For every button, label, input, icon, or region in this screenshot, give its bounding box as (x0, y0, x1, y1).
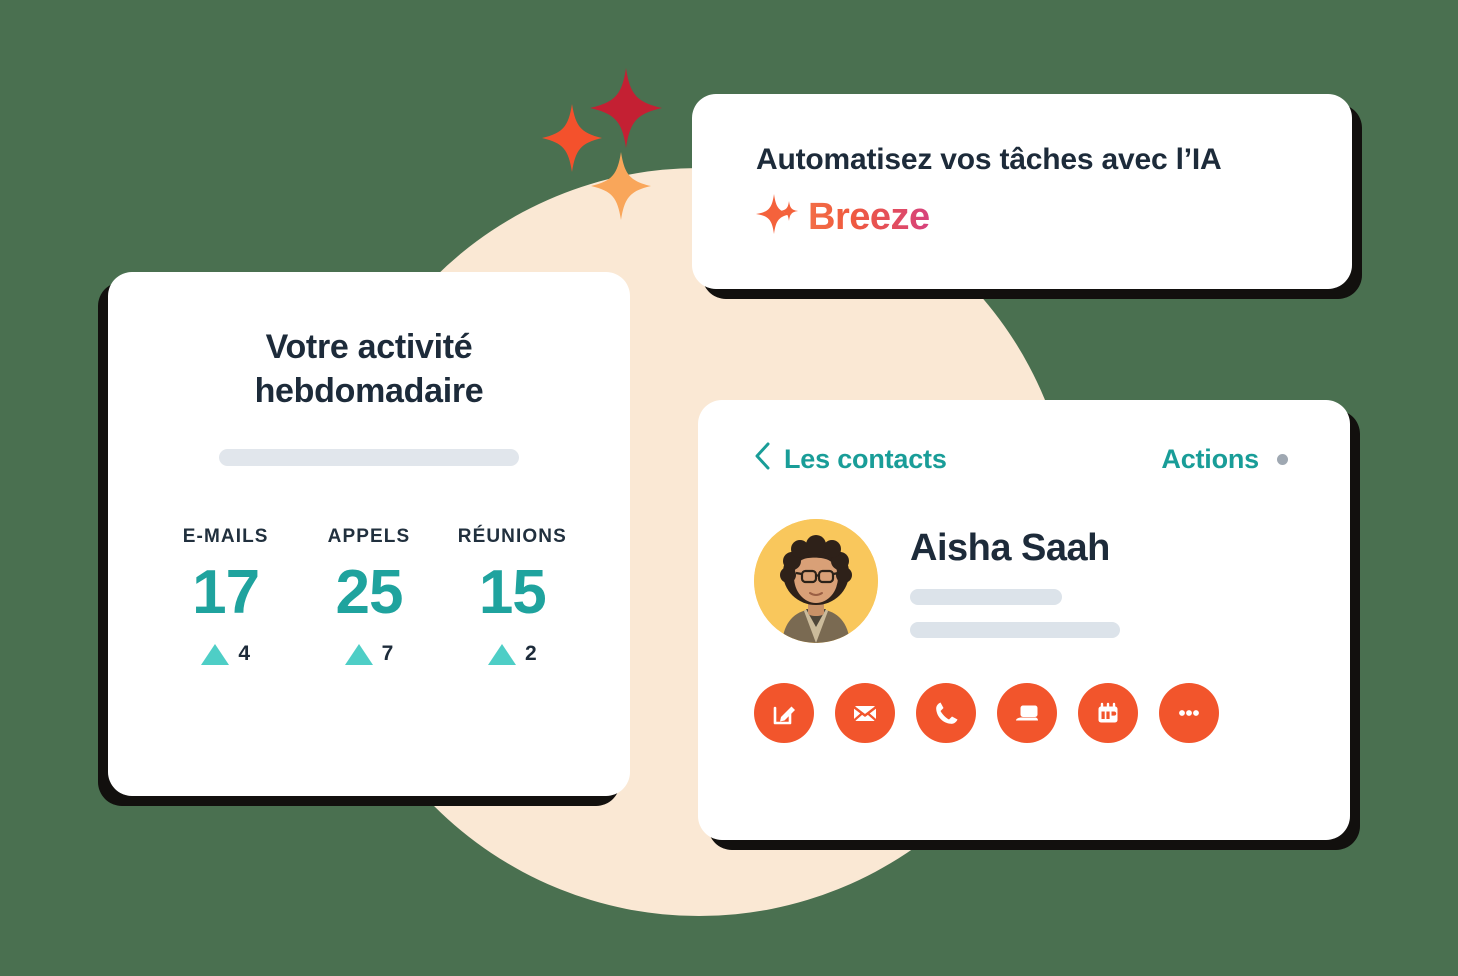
weekly-activity-card: Votre activité hebdomadaire E-MAILS 17 4… (108, 272, 630, 796)
contacts-header: Les contacts Actions (754, 442, 1294, 477)
stat-meetings: RÉUNIONS 15 2 (441, 526, 584, 666)
stat-label: RÉUNIONS (457, 526, 567, 548)
stat-delta: 2 (487, 642, 537, 666)
avatar (754, 519, 878, 643)
contact-action-buttons (754, 683, 1294, 743)
contact-name: Aisha Saah (910, 526, 1110, 569)
calendar-icon (1093, 698, 1123, 728)
stat-delta-value: 7 (381, 642, 394, 666)
breeze-brand: Breeze (756, 192, 1288, 241)
meeting-button[interactable] (997, 683, 1057, 743)
activity-card-title: Votre activité hebdomadaire (254, 328, 484, 410)
phone-icon (931, 698, 961, 728)
stat-emails: E-MAILS 17 4 (154, 526, 297, 666)
back-link-label: Les contacts (784, 444, 947, 474)
call-button[interactable] (916, 683, 976, 743)
stat-value: 15 (478, 558, 547, 628)
stat-value: 17 (192, 558, 260, 628)
envelope-icon (850, 698, 880, 728)
contact-summary: Aisha Saah (754, 519, 1294, 643)
email-button[interactable] (835, 683, 895, 743)
breeze-sparkle-icon (756, 192, 798, 241)
schedule-button[interactable] (1078, 683, 1138, 743)
contact-detail-placeholder-2 (910, 621, 1120, 638)
more-button[interactable] (1159, 683, 1219, 743)
stat-delta-value: 2 (524, 642, 537, 666)
breeze-wordmark: Breeze (808, 195, 930, 238)
activity-placeholder-bar (219, 449, 519, 467)
stat-delta: 7 (344, 642, 394, 666)
triangle-up-icon (344, 643, 373, 665)
edit-note-icon (769, 698, 799, 728)
ai-card-title: Automatisez vos tâches avec l’IA (756, 143, 1222, 176)
stat-label: E-MAILS (182, 526, 269, 548)
scene: Automatisez vos tâches avec l’IA Breeze … (0, 0, 1458, 976)
activity-stats-row: E-MAILS 17 4 APPELS 25 7 RÉUNIONS 15 2 (148, 526, 590, 666)
chevron-left-icon (754, 442, 770, 477)
sparkle-peach-icon (591, 152, 651, 220)
stat-calls: APPELS 25 7 (297, 526, 440, 666)
stat-delta-value: 4 (238, 642, 250, 666)
back-to-contacts-link[interactable]: Les contacts (754, 442, 947, 477)
triangle-up-icon (487, 643, 516, 665)
actions-label: Actions (1161, 444, 1259, 474)
laptop-icon (1012, 698, 1042, 728)
status-dot-icon (1277, 454, 1288, 465)
stat-label: APPELS (327, 526, 411, 548)
contact-detail-placeholder-1 (910, 588, 1062, 605)
contact-info: Aisha Saah (910, 525, 1120, 638)
actions-menu[interactable]: Actions (1161, 444, 1288, 475)
triangle-up-icon (201, 643, 230, 665)
stat-delta: 4 (201, 642, 250, 666)
contact-detail-card: Les contacts Actions Aisha Saah (698, 400, 1350, 840)
ai-automation-card: Automatisez vos tâches avec l’IA Breeze (692, 94, 1352, 289)
ellipsis-icon (1174, 698, 1204, 728)
stat-value: 25 (335, 558, 404, 628)
note-button[interactable] (754, 683, 814, 743)
